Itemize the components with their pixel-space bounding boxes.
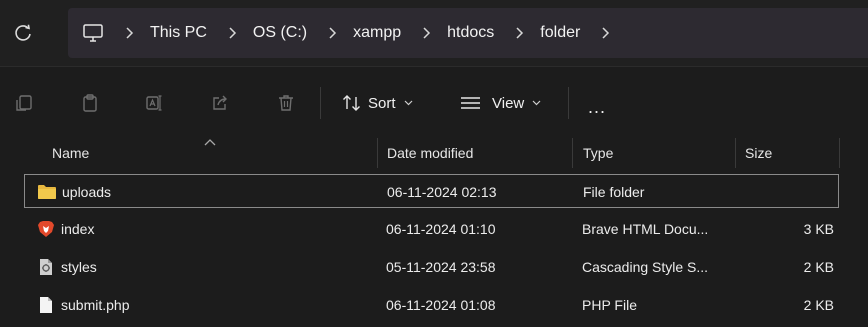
chevron-right-icon [126, 27, 134, 39]
file-date: 06-11-2024 01:08 [386, 297, 496, 313]
share-icon[interactable] [210, 93, 230, 113]
file-name: submit.php [61, 297, 130, 313]
column-header-date[interactable]: Date modified [387, 134, 473, 172]
view-list-icon [461, 97, 480, 109]
chevron-right-icon [229, 27, 236, 39]
command-bar: Sort View ... [0, 66, 868, 139]
file-row-index[interactable]: index 06-11-2024 01:10 Brave HTML Docu..… [24, 212, 839, 246]
more-options-button[interactable]: ... [588, 97, 606, 118]
file-row-styles[interactable]: styles 05-11-2024 23:58 Cascading Style … [24, 250, 839, 284]
sort-button[interactable]: Sort [342, 89, 413, 117]
chevron-down-icon [404, 100, 412, 106]
file-size: 2 KB [803, 259, 834, 275]
breadcrumb[interactable]: This PC OS (C:) xampp htdocs folder [68, 8, 868, 58]
file-type: PHP File [582, 297, 637, 313]
file-row-submit-php[interactable]: submit.php 06-11-2024 01:08 PHP File 2 K… [24, 288, 839, 322]
file-date: 05-11-2024 23:58 [386, 259, 496, 275]
file-type: Brave HTML Docu... [582, 221, 709, 237]
css-file-icon [40, 259, 52, 275]
address-bar: This PC OS (C:) xampp htdocs folder [0, 0, 868, 66]
monitor-icon[interactable] [82, 22, 104, 44]
breadcrumb-label: OS (C:) [252, 24, 308, 41]
toolbar-divider [568, 87, 569, 119]
column-header-row: Name Date modified Type Size [0, 134, 868, 172]
sort-label: Sort [368, 94, 396, 112]
delete-icon[interactable] [276, 93, 296, 113]
toolbar-divider [320, 87, 321, 119]
breadcrumb-item-folder[interactable]: folder [494, 24, 626, 42]
file-type: Cascading Style S... [582, 259, 709, 275]
brave-icon [38, 221, 54, 237]
chevron-right-icon [423, 27, 431, 39]
column-divider[interactable] [839, 138, 840, 168]
view-button[interactable]: View [460, 89, 541, 117]
rename-icon[interactable] [144, 93, 164, 113]
file-date: 06-11-2024 02:13 [387, 184, 497, 200]
column-header-type[interactable]: Type [583, 134, 613, 172]
breadcrumb-item-htdocs[interactable]: htdocs [401, 24, 494, 42]
file-type: File folder [583, 184, 645, 200]
column-divider[interactable] [572, 138, 573, 168]
file-row-uploads[interactable]: uploads 06-11-2024 02:13 File folder [24, 174, 839, 208]
breadcrumb-label: htdocs [447, 24, 495, 41]
file-name: styles [61, 259, 97, 275]
view-label: View [492, 94, 525, 112]
copy-icon[interactable] [14, 93, 34, 113]
breadcrumb-item-this-pc[interactable]: This PC [104, 24, 207, 42]
file-name: uploads [62, 184, 112, 200]
folder-icon [38, 185, 56, 199]
column-header-name[interactable]: Name [52, 134, 89, 172]
file-date: 06-11-2024 01:10 [386, 221, 496, 237]
paste-icon[interactable] [80, 93, 100, 113]
file-icon [40, 297, 52, 313]
column-divider[interactable] [377, 138, 378, 168]
column-header-size[interactable]: Size [745, 134, 772, 172]
breadcrumb-item-os-c[interactable]: OS (C:) [207, 24, 307, 42]
breadcrumb-label: This PC [150, 24, 207, 41]
refresh-icon[interactable] [12, 22, 34, 44]
breadcrumb-item-xampp[interactable]: xampp [307, 24, 401, 42]
chevron-down-icon [532, 100, 541, 106]
column-divider[interactable] [735, 138, 736, 168]
file-name: index [61, 221, 95, 237]
file-size: 2 KB [803, 297, 834, 313]
file-size: 3 KB [803, 221, 834, 237]
chevron-right-icon [516, 27, 524, 39]
file-size [745, 175, 835, 209]
chevron-right-icon [329, 27, 337, 39]
sort-icon [343, 95, 360, 111]
breadcrumb-label: xampp [353, 24, 402, 41]
breadcrumb-label: folder [540, 24, 581, 41]
chevron-right-icon[interactable] [600, 27, 610, 39]
